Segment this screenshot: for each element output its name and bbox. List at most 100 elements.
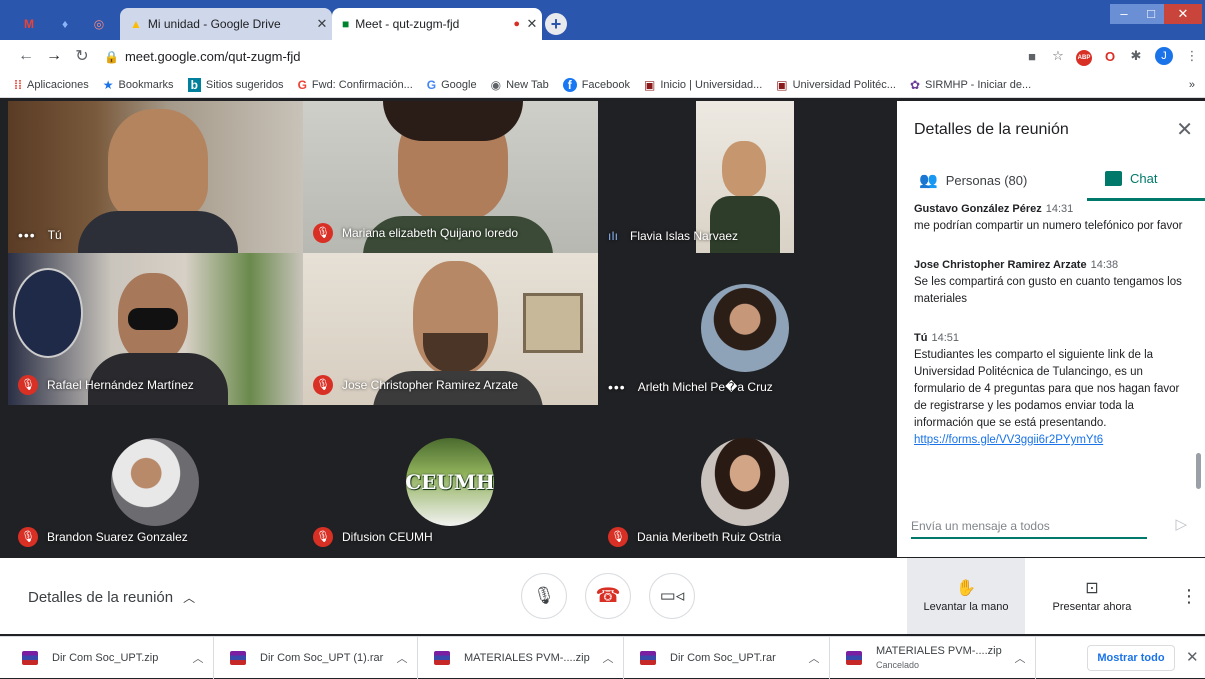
mic-off-icon: 🎙 [313, 527, 333, 547]
facebook-icon: f [562, 77, 577, 92]
send-icon[interactable]: ▷ [1175, 515, 1187, 533]
university-icon: ▣ [776, 77, 788, 92]
more-options-icon: ••• [608, 379, 626, 395]
recording-dot-icon: ● [513, 18, 520, 30]
bookmark-inicio-universidad[interactable]: ▣ Inicio | Universidad... [644, 78, 762, 92]
pinned-tab-3[interactable]: ◎ [86, 8, 112, 40]
browser-toolbar: ← → ↻ 🔒 meet.google.com/qut-zugm-fjd ■ ☆ … [0, 40, 1205, 72]
message-time: 14:51 [931, 332, 959, 344]
archive-file-icon [230, 651, 246, 665]
bookmarks-overflow-icon[interactable]: » [1189, 79, 1195, 91]
microphone-button[interactable]: 🎙 [521, 573, 567, 619]
participant-tile-difusion-ceumh[interactable]: CEUMH 🎙 Difusion CEUMH [303, 405, 598, 557]
message-author: Tú [914, 332, 928, 344]
chat-message: Tú 14:51 Estudiantes les comparto el sigu… [914, 330, 1189, 449]
participant-avatar [701, 438, 789, 526]
profile-avatar[interactable]: J [1155, 47, 1173, 65]
bookmark-bookmarks[interactable]: ★ Bookmarks [103, 78, 174, 92]
adblock-icon[interactable]: ABP [1071, 47, 1097, 66]
participant-tile-brandon[interactable]: 🎙 Brandon Suarez Gonzalez [8, 405, 303, 557]
download-item[interactable]: Dir Com Soc_UPT.rar ︿ [632, 637, 830, 679]
chevron-up-icon[interactable]: ︿ [799, 650, 829, 666]
download-item[interactable]: MATERIALES PVM-....zip ︿ [426, 637, 624, 679]
download-item[interactable]: Dir Com Soc_UPT (1).rar ︿ [222, 637, 418, 679]
person-video [108, 109, 208, 219]
download-status: Cancelado [876, 660, 920, 670]
participant-tile-jose[interactable]: 🎙 Jose Christopher Ramirez Arzate [303, 253, 598, 405]
bookmark-sirmhp[interactable]: ✿ SIRMHP - Iniciar de... [910, 78, 1031, 92]
tab-google-drive[interactable]: ▲ Mi unidad - Google Drive ✕ [120, 8, 332, 40]
gmail-pinned-tab[interactable]: M [16, 8, 42, 40]
bookmark-fwd[interactable]: G Fwd: Confirmación... [298, 78, 413, 92]
participant-tile-flavia[interactable]: ıIı Flavia Islas Narvaez [598, 101, 893, 253]
maximize-button[interactable]: □ [1138, 4, 1164, 24]
participant-label: 🎙 Difusion CEUMH [313, 527, 433, 547]
bookmark-universidad-politecnica[interactable]: ▣ Universidad Politéc... [776, 78, 896, 92]
mic-off-icon: 🎙 [18, 375, 38, 395]
bookmark-new-tab[interactable]: ◉ New Tab [491, 78, 549, 92]
chevron-up-icon[interactable]: ︿ [593, 650, 623, 666]
phone-hangup-icon: ☎ [595, 585, 621, 607]
participant-label: 🎙 Rafael Hernández Martínez [18, 375, 194, 395]
reload-icon[interactable]: ↻ [68, 46, 96, 66]
address-bar[interactable]: 🔒 meet.google.com/qut-zugm-fjd [104, 49, 1019, 64]
ceumh-logo-text: CEUMH [406, 470, 494, 494]
google-drive-icon: ▲ [130, 17, 142, 31]
bing-icon: b [187, 77, 201, 92]
tab-chat[interactable]: Chat [1105, 171, 1157, 186]
camera-icon[interactable]: ■ [1019, 49, 1045, 64]
chat-message-input[interactable]: Envía un mensaje a todos [911, 519, 1147, 539]
close-tab-icon[interactable]: ✕ [522, 16, 542, 32]
meeting-details-toggle[interactable]: Detalles de la reunión ︿ [28, 589, 195, 606]
bookmark-facebook[interactable]: f Facebook [562, 77, 630, 92]
message-author: Jose Christopher Ramirez Arzate [914, 259, 1087, 271]
opera-icon[interactable]: O [1097, 49, 1123, 64]
people-icon: 👥 [919, 172, 938, 189]
participant-tile-rafael[interactable]: 🎙 Rafael Hernández Martínez [8, 253, 303, 405]
chat-icon [1105, 171, 1122, 186]
close-downloads-icon[interactable]: ✕ [1186, 648, 1199, 666]
close-icon[interactable]: ✕ [1176, 117, 1193, 142]
back-arrow-icon[interactable]: ← [12, 47, 40, 65]
message-link[interactable]: https://forms.gle/VV3ggii6r2PYymYt6 [914, 432, 1189, 449]
bookmark-sitios-sugeridos[interactable]: b Sitios sugeridos [187, 77, 284, 92]
target-icon: ◎ [93, 17, 105, 31]
tab-google-meet[interactable]: ■ Meet - qut-zugm-fjd ● ✕ [332, 8, 542, 40]
browser-tab-strip: M ♦ ◎ ▲ Mi unidad - Google Drive ✕ ■ Mee… [0, 0, 1205, 40]
extensions-puzzle-icon[interactable]: ✱ [1123, 48, 1149, 64]
participant-tile-dania[interactable]: 🎙 Dania Meribeth Ruiz Ostria [598, 405, 893, 557]
forward-arrow-icon[interactable]: → [40, 47, 68, 65]
download-item-cancelled[interactable]: MATERIALES PVM-....zip Cancelado ︿ [838, 637, 1036, 679]
more-options-icon[interactable]: ⋮ [1180, 586, 1198, 607]
chevron-up-icon[interactable]: ︿ [183, 650, 213, 666]
download-name: MATERIALES PVM-....zip [876, 645, 1002, 657]
pinned-tab-2[interactable]: ♦ [52, 8, 78, 40]
download-name: Dir Com Soc_UPT.rar [670, 652, 776, 664]
download-name: Dir Com Soc_UPT (1).rar [260, 652, 384, 664]
hang-up-button[interactable]: ☎ [585, 573, 631, 619]
participant-tile-arleth[interactable]: ••• Arleth Michel Pe�a Cruz [598, 253, 893, 405]
participant-tile-mariana[interactable]: 🎙 Mariana elizabeth Quijano loredo [303, 101, 598, 253]
show-all-downloads-button[interactable]: Mostrar todo [1087, 645, 1175, 671]
google-meet-icon: ■ [342, 17, 350, 31]
close-window-button[interactable]: ✕ [1164, 4, 1202, 24]
face-mask [128, 308, 178, 330]
present-now-button[interactable]: ⊡ Presentar ahora [1032, 558, 1152, 634]
download-item[interactable]: Dir Com Soc_UPT.zip ︿ [14, 637, 214, 679]
gmail-icon: M [24, 17, 34, 31]
raise-hand-button[interactable]: ✋ Levantar la mano [907, 558, 1025, 634]
star-icon[interactable]: ☆ [1045, 48, 1071, 64]
tab-personas[interactable]: 👥 Personas (80) [919, 171, 1027, 189]
new-tab-button[interactable]: + [545, 13, 567, 35]
bookmark-aplicaciones[interactable]: ⁞⁞ Aplicaciones [14, 78, 89, 92]
chevron-up-icon[interactable]: ︿ [1005, 650, 1035, 666]
bookmark-google[interactable]: G Google [427, 78, 477, 92]
participant-tile-tu[interactable]: ••• Tú [8, 101, 303, 253]
chevron-up-icon[interactable]: ︿ [387, 650, 417, 666]
person-video [722, 141, 766, 197]
close-tab-icon[interactable]: ✕ [312, 16, 332, 32]
minimize-button[interactable]: – [1110, 4, 1138, 24]
chat-scrollbar[interactable] [1196, 453, 1201, 489]
kebab-menu-icon[interactable]: ⋮ [1179, 48, 1205, 64]
camera-button[interactable]: ▭◃ [649, 573, 695, 619]
